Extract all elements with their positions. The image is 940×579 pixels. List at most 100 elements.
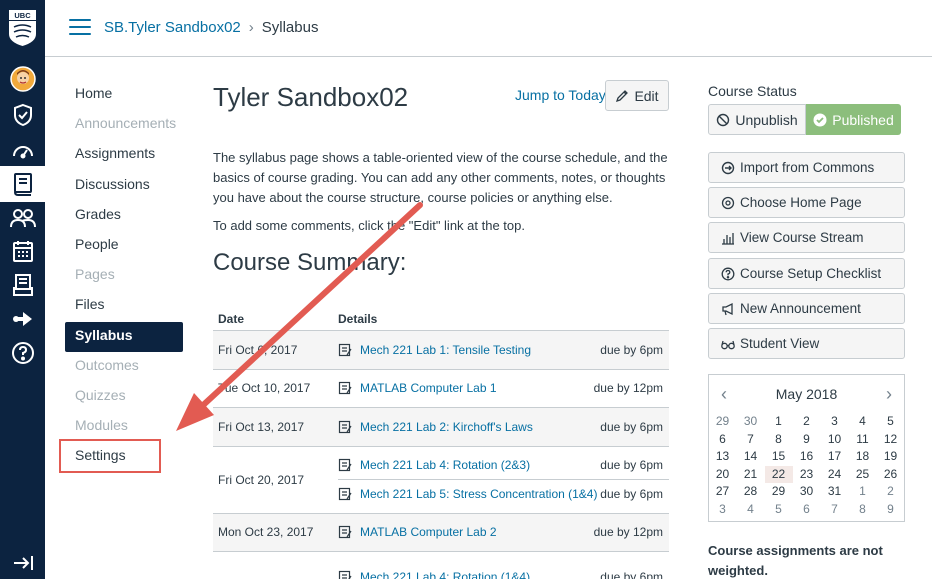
view-course-stream-button[interactable]: View Course Stream [708, 222, 905, 253]
inbox-icon[interactable] [0, 267, 45, 303]
calendar-day[interactable]: 30 [737, 413, 765, 431]
calendar-day[interactable]: 11 [849, 431, 877, 449]
course-nav-home[interactable]: Home [65, 80, 185, 110]
course-nav-pages[interactable]: Pages [65, 261, 185, 291]
stream-icon [721, 231, 735, 245]
calendar-day[interactable]: 27 [709, 483, 737, 501]
calendar-day[interactable]: 13 [709, 448, 737, 466]
calendar-day[interactable]: 22 [764, 465, 793, 483]
calendar-icon[interactable] [0, 233, 45, 269]
button-label: Import from Commons [740, 160, 875, 175]
button-label: Choose Home Page [740, 195, 862, 210]
calendar-day[interactable]: 3 [709, 501, 737, 519]
calendar-day[interactable]: 8 [765, 431, 793, 449]
published-button[interactable]: Published [806, 104, 901, 135]
calendar-prev-icon[interactable]: ‹ [721, 384, 727, 405]
calendar-day[interactable]: 29 [709, 413, 737, 431]
assignment-link[interactable]: MATLAB Computer Lab 1 [360, 381, 594, 395]
edit-button[interactable]: Edit [605, 80, 669, 111]
calendar-day[interactable]: 4 [737, 501, 765, 519]
groups-icon[interactable] [0, 200, 45, 236]
calendar-day[interactable]: 7 [737, 431, 765, 449]
course-nav-assignments[interactable]: Assignments [65, 140, 185, 170]
table-row: Fri Oct 13, 2017 Mech 221 Lab 2: Kirchof… [213, 407, 669, 447]
course-nav-outcomes[interactable]: Outcomes [65, 352, 185, 382]
calendar-day[interactable]: 12 [877, 431, 905, 449]
assignment-icon [338, 525, 352, 539]
course-nav-files[interactable]: Files [65, 291, 185, 321]
course-setup-checklist-button[interactable]: Course Setup Checklist [708, 258, 905, 289]
courses-icon[interactable] [0, 166, 45, 202]
assignment-link[interactable]: Mech 221 Lab 2: Kirchoff's Laws [360, 420, 600, 434]
commons-icon[interactable] [0, 301, 45, 337]
course-nav-discussions[interactable]: Discussions [65, 171, 185, 201]
window-edge [932, 0, 940, 579]
calendar-day[interactable]: 17 [821, 448, 849, 466]
calendar-day[interactable]: 2 [793, 413, 821, 431]
help-icon[interactable] [0, 335, 45, 371]
student-view-button[interactable]: Student View [708, 328, 905, 359]
calendar-day[interactable]: 1 [765, 413, 793, 431]
jump-to-today-link[interactable]: Jump to Today [515, 87, 606, 103]
assignment-link[interactable]: Mech 221 Lab 4: Rotation (1&4) [360, 570, 600, 579]
calendar-day[interactable]: 26 [877, 466, 905, 484]
assignment-link[interactable]: Mech 221 Lab 5: Stress Concentration (1&… [360, 487, 600, 501]
table-row: Fri Oct 6, 2017 Mech 221 Lab 1: Tensile … [213, 330, 669, 370]
calendar-day[interactable]: 7 [821, 501, 849, 519]
course-nav-quizzes[interactable]: Quizzes [65, 382, 185, 412]
breadcrumb-course-link[interactable]: SB.Tyler Sandbox02 [104, 19, 241, 36]
column-header-date: Date [213, 309, 333, 331]
ubc-crest-icon[interactable]: UBC [9, 10, 36, 46]
choose-home-page-button[interactable]: Choose Home Page [708, 187, 905, 218]
calendar-day[interactable]: 10 [821, 431, 849, 449]
row-date: Tue Oct 10, 2017 [213, 369, 333, 408]
course-nav-syllabus[interactable]: Syllabus [65, 321, 183, 352]
calendar-day[interactable]: 23 [793, 466, 821, 484]
course-summary-heading: Course Summary: [213, 249, 407, 276]
collapse-nav-icon[interactable] [0, 545, 45, 579]
course-nav-modules[interactable]: Modules [65, 412, 185, 442]
calendar-day[interactable]: 20 [709, 466, 737, 484]
import-from-commons-button[interactable]: Import from Commons [708, 152, 905, 183]
calendar-day[interactable]: 28 [737, 483, 765, 501]
calendar-day[interactable]: 24 [821, 466, 849, 484]
new-announcement-button[interactable]: New Announcement [708, 293, 905, 324]
calendar-day[interactable]: 19 [877, 448, 905, 466]
assignment-link[interactable]: MATLAB Computer Lab 2 [360, 525, 594, 539]
calendar-day[interactable]: 5 [765, 501, 793, 519]
calendar-day[interactable]: 30 [793, 483, 821, 501]
calendar-day[interactable]: 25 [849, 466, 877, 484]
calendar-day[interactable]: 21 [737, 466, 765, 484]
calendar-day[interactable]: 5 [877, 413, 905, 431]
assignment-link[interactable]: Mech 221 Lab 4: Rotation (2&3) [360, 458, 600, 472]
calendar-next-icon[interactable]: › [886, 384, 892, 405]
course-nav-grades[interactable]: Grades [65, 201, 185, 231]
calendar-day[interactable]: 9 [793, 431, 821, 449]
calendar-day[interactable]: 15 [765, 448, 793, 466]
calendar-day[interactable]: 29 [765, 483, 793, 501]
dashboard-icon[interactable] [0, 133, 45, 169]
table-row: Tue Oct 10, 2017 MATLAB Computer Lab 1 d… [213, 369, 669, 408]
calendar-day[interactable]: 3 [821, 413, 849, 431]
calendar-day[interactable]: 1 [849, 483, 877, 501]
calendar-day[interactable]: 4 [849, 413, 877, 431]
avatar[interactable] [0, 61, 45, 97]
calendar-day[interactable]: 14 [737, 448, 765, 466]
calendar-day[interactable]: 9 [877, 501, 905, 519]
calendar-day[interactable]: 8 [849, 501, 877, 519]
unpublish-button[interactable]: Unpublish [708, 104, 806, 135]
calendar-day[interactable]: 6 [793, 501, 821, 519]
hamburger-menu-icon[interactable] [69, 19, 91, 37]
target-icon [721, 196, 735, 210]
shield-icon[interactable] [0, 97, 45, 133]
course-nav-announcements[interactable]: Announcements [65, 110, 185, 140]
course-nav: Home Announcements Assignments Discussio… [65, 80, 185, 472]
calendar-day[interactable]: 18 [849, 448, 877, 466]
calendar-day[interactable]: 2 [877, 483, 905, 501]
course-nav-people[interactable]: People [65, 231, 185, 261]
calendar-day[interactable]: 6 [709, 431, 737, 449]
calendar-day[interactable]: 31 [821, 483, 849, 501]
assignment-link[interactable]: Mech 221 Lab 1: Tensile Testing [360, 343, 600, 357]
calendar-day[interactable]: 16 [793, 448, 821, 466]
syllabus-description: The syllabus page shows a table-oriented… [213, 150, 668, 205]
